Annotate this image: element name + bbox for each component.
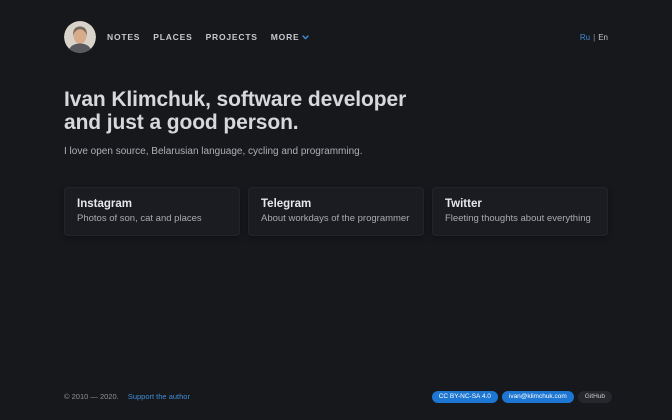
copyright-text: © 2010 — 2020.	[64, 392, 119, 401]
page-title-line1: Ivan Klimchuk, software developer	[64, 88, 608, 111]
main-nav: NOTES PLACES PROJECTS MORE	[107, 32, 309, 42]
footer-badges: CC BY-NC-SA 4.0 ivan@klimchuk.com GitHub	[432, 391, 612, 404]
page-title-line2: and just a good person.	[64, 111, 608, 134]
card-title: Twitter	[445, 198, 595, 210]
nav-item-more[interactable]: MORE	[271, 32, 310, 42]
lang-ru-link[interactable]: Ru	[580, 33, 590, 42]
hero-section: Ivan Klimchuk, software developer and ju…	[64, 88, 608, 236]
card-description: Fleeting thoughts about everything	[445, 213, 595, 224]
social-cards: Instagram Photos of son, cat and places …	[64, 187, 608, 236]
footer: © 2010 — 2020. Support the author CC BY-…	[64, 391, 612, 404]
support-author-link[interactable]: Support the author	[128, 392, 190, 401]
nav-item-notes[interactable]: NOTES	[107, 32, 140, 42]
card-description: Photos of son, cat and places	[77, 213, 227, 224]
nav-more-label: MORE	[271, 32, 300, 42]
badge-email[interactable]: ivan@klimchuk.com	[502, 391, 574, 404]
card-twitter[interactable]: Twitter Fleeting thoughts about everythi…	[432, 187, 608, 236]
nav-item-projects[interactable]: PROJECTS	[206, 32, 258, 42]
lang-divider: |	[593, 33, 595, 42]
page-title: Ivan Klimchuk, software developer and ju…	[64, 88, 608, 134]
card-title: Instagram	[77, 198, 227, 210]
nav-item-places[interactable]: PLACES	[153, 32, 192, 42]
badge-github[interactable]: GitHub	[578, 391, 612, 404]
card-telegram[interactable]: Telegram About workdays of the programme…	[248, 187, 424, 236]
page: NOTES PLACES PROJECTS MORE Ru | En Ivan …	[0, 0, 672, 420]
header: NOTES PLACES PROJECTS MORE Ru | En	[64, 0, 608, 53]
card-title: Telegram	[261, 198, 411, 210]
avatar[interactable]	[64, 21, 96, 53]
chevron-down-icon	[302, 32, 309, 42]
hero-subtitle: I love open source, Belarusian language,…	[64, 146, 608, 157]
lang-en-current: En	[598, 33, 608, 42]
language-switcher: Ru | En	[580, 33, 608, 42]
card-instagram[interactable]: Instagram Photos of son, cat and places	[64, 187, 240, 236]
footer-left: © 2010 — 2020. Support the author	[64, 392, 190, 401]
card-description: About workdays of the programmer	[261, 213, 411, 224]
avatar-image	[64, 21, 96, 53]
badge-license[interactable]: CC BY-NC-SA 4.0	[432, 391, 498, 404]
